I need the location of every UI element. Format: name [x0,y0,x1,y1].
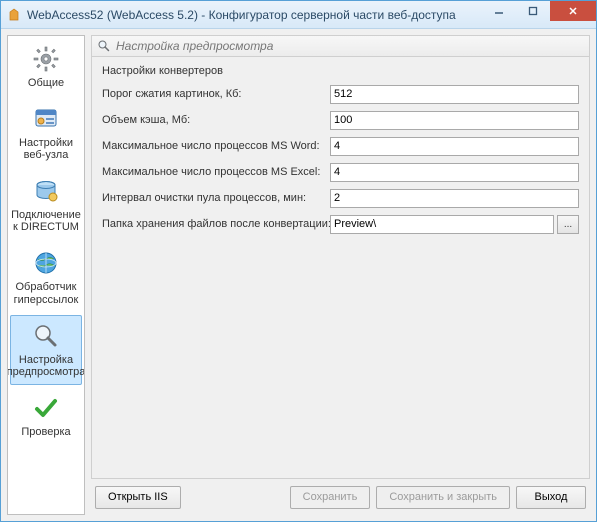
threshold-input[interactable] [330,85,579,104]
field-threshold: Порог сжатия картинок, Кб: [102,83,579,105]
field-folder: Папка хранения файлов после конвертации:… [102,213,579,235]
field-excel: Максимальное число процессов MS Excel: [102,161,579,183]
word-input[interactable] [330,137,579,156]
field-label: Порог сжатия картинок, Кб: [102,88,324,100]
globe-icon [30,247,62,279]
sidebar-item-check[interactable]: Проверка [10,387,82,445]
cache-input[interactable] [330,111,579,130]
save-close-button[interactable]: Сохранить и закрыть [376,486,510,509]
close-button[interactable] [550,1,596,21]
check-icon [30,392,62,424]
database-icon [30,175,62,207]
field-label: Папка хранения файлов после конвертации: [102,218,324,230]
titlebar: WebAccess52 (WebAccess 5.2) - Конфигурат… [1,1,596,29]
footer: Открыть IIS Сохранить Сохранить и закрыт… [91,479,590,515]
interval-input[interactable] [330,189,579,208]
field-cache: Объем кэша, Мб: [102,109,579,131]
group-title: Настройки конвертеров [102,65,579,77]
sidebar-item-label: Обработчик гиперссылок [13,281,79,305]
client-area: Общие Настройки веб-узла Подключение к D… [1,29,596,521]
browse-button[interactable]: ... [557,215,579,234]
window-title: WebAccess52 (WebAccess 5.2) - Конфигурат… [27,8,482,22]
field-label: Максимальное число процессов MS Word: [102,140,324,152]
section-title: Настройка предпросмотра [116,39,273,53]
field-label: Максимальное число процессов MS Excel: [102,166,324,178]
gear-icon [30,43,62,75]
web-settings-icon [30,103,62,135]
minimize-button[interactable] [482,1,516,21]
sidebar-item-hyperlinks[interactable]: Обработчик гиперссылок [10,242,82,312]
folder-input[interactable] [330,215,554,234]
exit-button[interactable]: Выход [516,486,586,509]
field-word: Максимальное число процессов MS Word: [102,135,579,157]
sidebar-item-web-settings[interactable]: Настройки веб-узла [10,98,82,168]
sidebar-item-label: Проверка [21,426,70,438]
section-header: Настройка предпросмотра [91,35,590,57]
magnifier-icon [30,320,62,352]
sidebar-item-general[interactable]: Общие [10,38,82,96]
settings-panel: Настройки конвертеров Порог сжатия карти… [91,57,590,479]
field-label: Объем кэша, Мб: [102,114,324,126]
sidebar-item-directum[interactable]: Подключение к DIRECTUM [10,170,82,240]
window-controls [482,1,596,28]
excel-input[interactable] [330,163,579,182]
sidebar: Общие Настройки веб-узла Подключение к D… [7,35,85,515]
save-button[interactable]: Сохранить [290,486,371,509]
main-area: Настройка предпросмотра Настройки конвер… [91,35,590,515]
field-interval: Интервал очистки пула процессов, мин: [102,187,579,209]
field-label: Интервал очистки пула процессов, мин: [102,192,324,204]
sidebar-item-label: Общие [28,77,64,89]
maximize-button[interactable] [516,1,550,21]
sidebar-item-label: Настройки веб-узла [13,137,79,161]
sidebar-item-label: Настройка предпросмотра [7,354,85,378]
app-icon [7,8,21,22]
sidebar-item-label: Подключение к DIRECTUM [11,209,81,233]
sidebar-item-preview[interactable]: Настройка предпросмотра [10,315,82,385]
window: WebAccess52 (WebAccess 5.2) - Конфигурат… [0,0,597,522]
open-iis-button[interactable]: Открыть IIS [95,486,181,509]
magnifier-icon [96,38,112,54]
